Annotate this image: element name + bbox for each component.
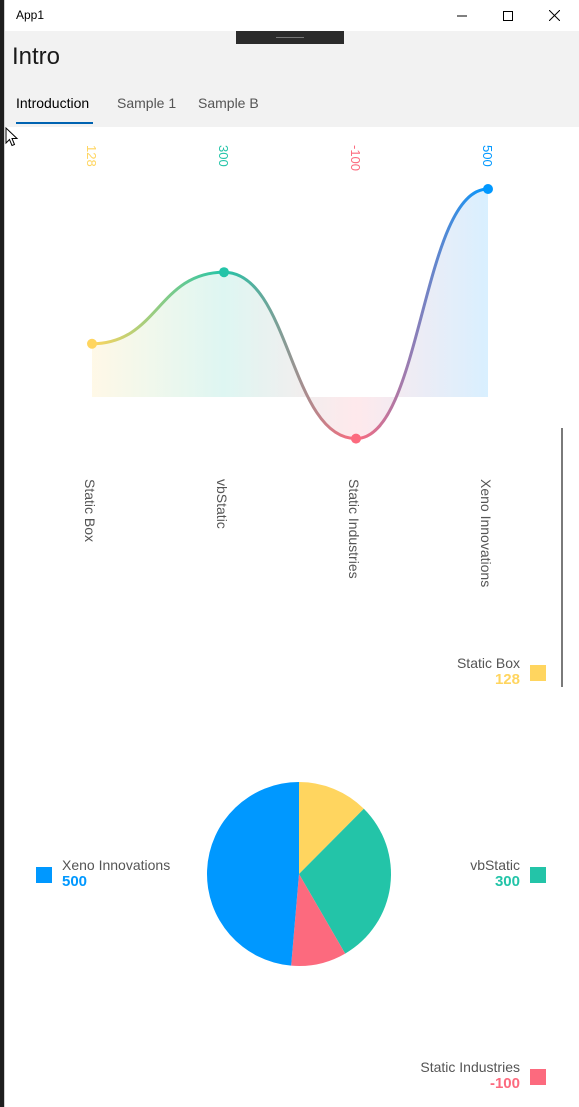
legend-item-vbstatic: vbStatic 300 [470, 857, 546, 890]
app-window: App1 Intro Introduction Sample 1 Sample … [4, 0, 579, 1107]
category-label-static-industries: Static Industries [346, 479, 362, 579]
category-label-vbstatic: vbStatic [214, 479, 230, 529]
close-button[interactable] [531, 0, 577, 31]
page-title: Intro [12, 43, 61, 70]
category-label-static-box: Static Box [82, 479, 98, 543]
legend-swatch [530, 665, 546, 681]
mouse-cursor-icon [5, 127, 19, 147]
window-title: App1 [16, 8, 45, 22]
active-tab-indicator [16, 122, 93, 124]
pie-slice-xeno-innovations[interactable] [207, 782, 299, 966]
title-bar[interactable]: App1 [5, 0, 579, 31]
data-point-static-industries[interactable] [351, 433, 361, 444]
tab-bar: Introduction Sample 1 Sample B [5, 95, 579, 127]
data-point-xeno-innovations[interactable] [483, 184, 493, 194]
pie-slice-static-industries[interactable] [291, 874, 346, 966]
value-label-xeno-innovations: 500 [480, 145, 495, 167]
value-label-vbstatic: 300 [216, 145, 231, 167]
value-label-static-box: 128 [84, 145, 99, 167]
legend-item-static-box: Static Box 128 [456, 655, 546, 688]
drag-handle[interactable] [236, 31, 344, 44]
legend-swatch [530, 867, 546, 883]
value-label-static-industries: -100 [348, 145, 363, 172]
legend-label: Xeno Innovations [62, 857, 171, 873]
page-header: Intro Introduction Sample 1 Sample B [5, 31, 579, 127]
line-chart [87, 184, 493, 444]
vertical-scrollbar[interactable] [561, 428, 563, 687]
legend-value: 500 [62, 873, 88, 890]
data-point-vbstatic[interactable] [219, 267, 229, 278]
legend-value: -100 [489, 1075, 520, 1092]
minimize-button[interactable] [439, 0, 485, 31]
legend-swatch [530, 1069, 546, 1085]
legend-label: Static Industries [420, 1059, 520, 1075]
legend-swatch [36, 867, 52, 883]
legend-value: 300 [494, 873, 520, 890]
tab-sample-b[interactable]: Sample B [198, 95, 259, 111]
legend-label: Static Box [456, 655, 520, 671]
category-label-xeno-innovations: Xeno Innovations [478, 479, 494, 588]
tab-introduction[interactable]: Introduction [16, 95, 89, 111]
data-point-static-box[interactable] [87, 338, 97, 349]
pie-slice-vbstatic[interactable] [299, 808, 391, 954]
legend-label: vbStatic [470, 857, 520, 873]
pie-slice-static-box[interactable] [299, 782, 364, 874]
minimize-icon [457, 15, 467, 16]
legend-value: 128 [494, 671, 520, 688]
tab-sample-1[interactable]: Sample 1 [117, 95, 176, 111]
legend-item-static-industries: Static Industries -100 [420, 1059, 546, 1092]
maximize-icon [503, 10, 513, 21]
maximize-button[interactable] [485, 0, 531, 31]
legend-item-xeno-innovations: Xeno Innovations 500 [36, 857, 171, 890]
content-area[interactable]: 128 Static Box 300 vbStatic -100 Static Indus… [5, 127, 579, 1107]
close-icon [548, 10, 560, 21]
